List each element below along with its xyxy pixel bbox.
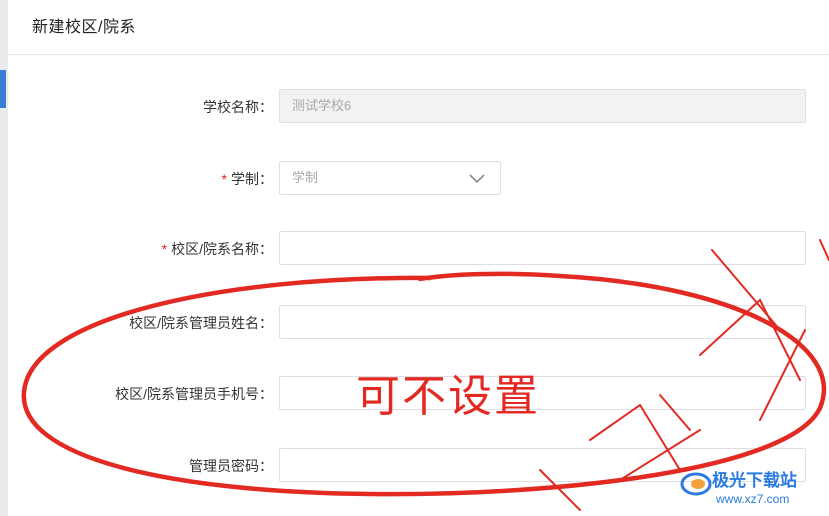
school-name-row: 学校名称： 测试学校6	[8, 89, 829, 125]
campus-name-row: * 校区/院系名称：	[8, 231, 829, 267]
annotation-text: 可不设置	[356, 371, 540, 422]
school-name-value: 测试学校6	[292, 98, 352, 113]
dialog-title: 新建校区/院系	[32, 19, 136, 36]
school-name-field: 测试学校6	[279, 89, 806, 123]
chevron-down-icon	[469, 174, 485, 184]
admin-name-label: 校区/院系管理员姓名：	[129, 315, 273, 331]
school-system-select[interactable]: 学制	[279, 161, 501, 195]
school-system-label: * 学制：	[222, 161, 273, 197]
background-accent-mark	[0, 70, 6, 108]
admin-password-label: 管理员密码：	[189, 458, 273, 474]
required-mark: *	[221, 171, 227, 187]
watermark-url: www.xz7.com	[716, 492, 790, 506]
school-system-placeholder: 学制	[292, 170, 319, 185]
watermark-brand: 极光下载站	[712, 471, 797, 491]
required-mark: *	[161, 241, 168, 257]
title-divider	[8, 54, 829, 55]
admin-name-input[interactable]	[279, 305, 806, 339]
school-system-label-text: 学制：	[231, 171, 273, 187]
school-name-label: 学校名称：	[203, 99, 273, 115]
school-system-row: * 学制： 学制	[8, 161, 829, 197]
new-campus-dialog: 新建校区/院系 学校名称： 测试学校6 * 学制： 学制 * 校区/院系名称： 校区…	[8, 0, 829, 516]
campus-name-label: * 校区/院系名称：	[162, 231, 273, 267]
campus-name-label-text: 校区/院系名称：	[171, 241, 273, 257]
admin-phone-label: 校区/院系管理员手机号：	[115, 386, 273, 402]
admin-name-row: 校区/院系管理员姓名：	[8, 305, 829, 341]
campus-name-input[interactable]	[279, 231, 806, 265]
